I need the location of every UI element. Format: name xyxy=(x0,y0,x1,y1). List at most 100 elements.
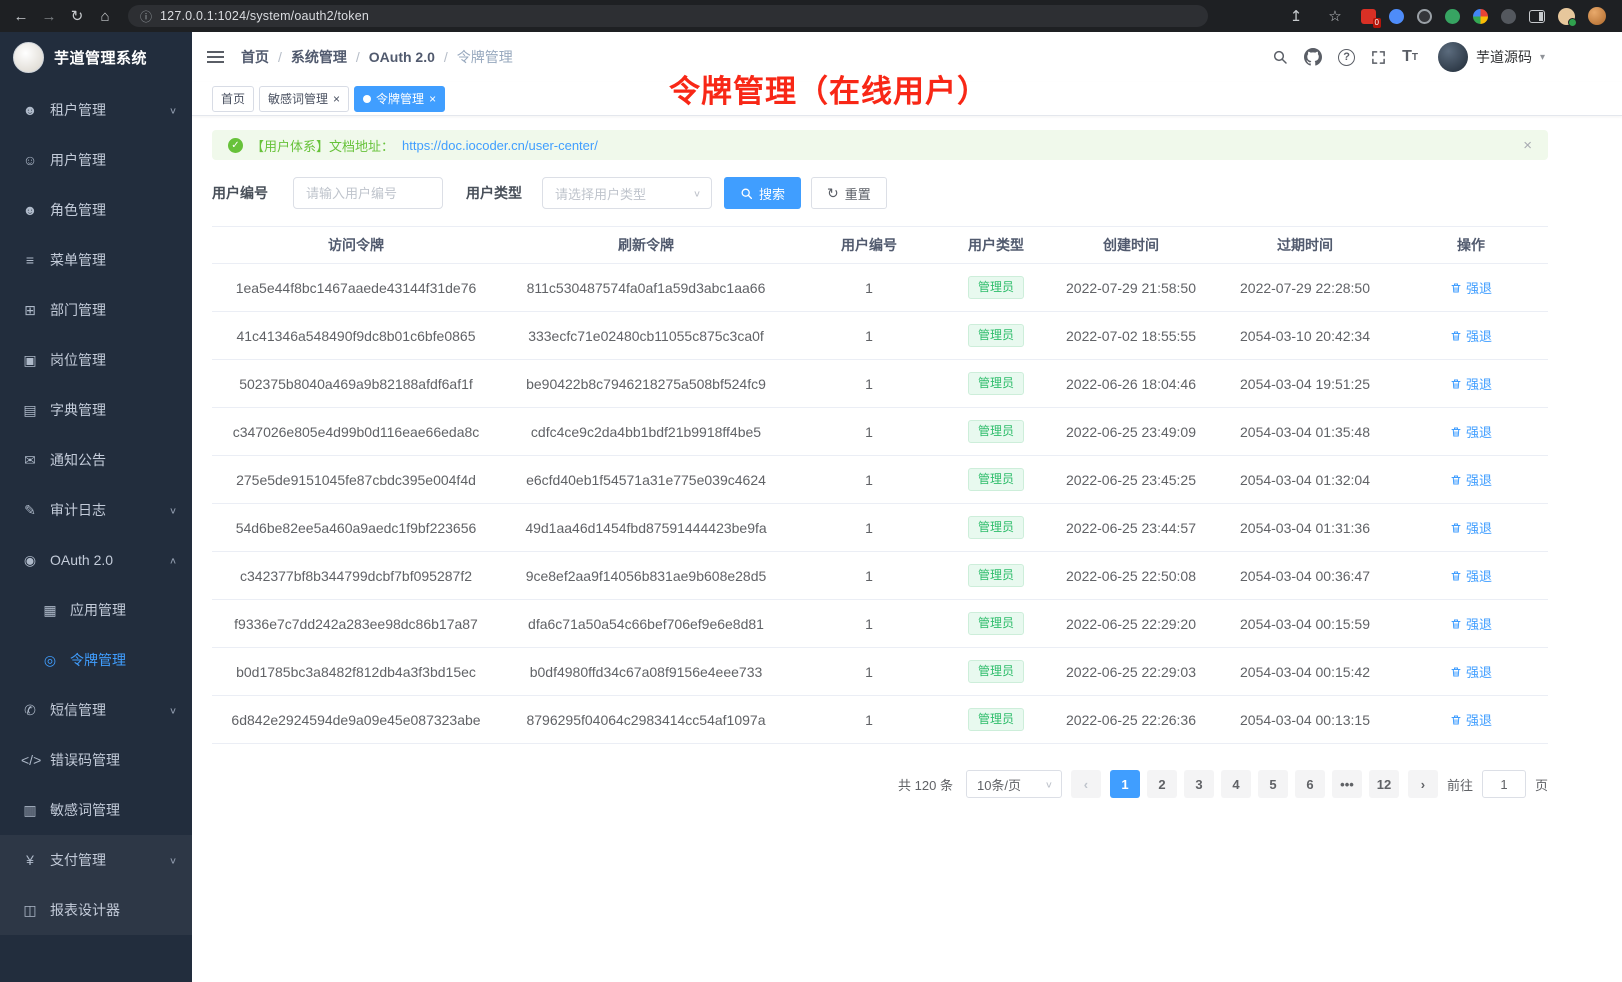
sidebar-item[interactable]: ✎ 审计日志 ∨ xyxy=(0,485,192,535)
forward-icon[interactable]: → xyxy=(36,3,62,29)
sidebar-item[interactable]: ▦ 应用管理 xyxy=(0,585,192,635)
reset-button[interactable]: ↻ 重置 xyxy=(811,177,887,209)
alert-close-icon[interactable]: × xyxy=(1523,137,1532,154)
doc-link[interactable]: https://doc.iocoder.cn/user-center/ xyxy=(402,138,598,153)
user-menu[interactable]: 芋道源码 ▾ xyxy=(1438,42,1545,72)
github-icon[interactable] xyxy=(1304,48,1322,66)
force-logout-button[interactable]: 强退 xyxy=(1450,470,1492,489)
page-number-button[interactable]: 4 xyxy=(1221,770,1251,798)
sidebar-item[interactable]: ◎ 令牌管理 xyxy=(0,635,192,685)
extension-icon-red[interactable] xyxy=(1361,9,1376,24)
extension-icon-dark[interactable] xyxy=(1501,9,1516,24)
sidebar-item-label: 菜单管理 xyxy=(50,250,106,270)
back-icon[interactable]: ← xyxy=(8,3,34,29)
goto-label: 前往 xyxy=(1447,775,1473,794)
extension-icon-colorful[interactable] xyxy=(1473,9,1488,24)
side-panel-icon[interactable] xyxy=(1529,10,1545,23)
extension-icon-blue[interactable] xyxy=(1389,9,1404,24)
sidebar-item[interactable]: ¥ 支付管理 ∨ xyxy=(0,835,192,885)
app-logo[interactable]: 芋道管理系统 xyxy=(0,32,192,82)
force-logout-button[interactable]: 强退 xyxy=(1450,374,1492,393)
breadcrumb-item[interactable]: 令牌管理 / xyxy=(457,47,513,67)
force-logout-button[interactable]: 强退 xyxy=(1450,326,1492,345)
browser-profile-avatar[interactable] xyxy=(1588,7,1606,25)
goto-page-input[interactable] xyxy=(1482,770,1526,798)
tab[interactable]: 敏感词管理 × xyxy=(259,86,349,112)
bookmark-star-icon[interactable]: ☆ xyxy=(1322,3,1348,29)
page-number-button[interactable]: 1 xyxy=(1110,770,1140,798)
sidebar-item-label: 审计日志 xyxy=(50,500,106,520)
refresh-token-cell: e6cfd40eb1f54571a31e775e039c4624 xyxy=(500,456,792,504)
page-size-select[interactable]: 10条/页 ∨ xyxy=(966,770,1062,798)
role-icon: ☻ xyxy=(21,202,39,218)
page-number-button[interactable]: ••• xyxy=(1332,770,1362,798)
breadcrumb-item[interactable]: 系统管理 / xyxy=(291,47,369,67)
force-logout-button[interactable]: 强退 xyxy=(1450,422,1492,441)
help-icon[interactable]: ? xyxy=(1338,49,1355,66)
breadcrumb-item[interactable]: 首页 / xyxy=(241,47,291,67)
page-number-button[interactable]: 2 xyxy=(1147,770,1177,798)
success-check-icon: ✓ xyxy=(228,138,243,153)
extension-avatar-icon[interactable] xyxy=(1558,8,1575,25)
annotation-overlay: 令牌管理（在线用户） xyxy=(669,66,989,111)
user-id-label: 用户编号 xyxy=(212,183,268,203)
force-logout-button[interactable]: 强退 xyxy=(1450,710,1492,729)
sidebar-item[interactable]: ≡ 菜单管理 xyxy=(0,235,192,285)
extension-icon-ring[interactable] xyxy=(1417,9,1432,24)
force-logout-button[interactable]: 强退 xyxy=(1450,614,1492,633)
tenant-icon: ☻ xyxy=(21,102,39,118)
user-type-select[interactable]: 请选择用户类型 ∨ xyxy=(542,177,712,209)
table-row: 1ea5e44f8bc1467aaede43144f31de76 811c530… xyxy=(212,264,1548,312)
page-number-button[interactable]: 3 xyxy=(1184,770,1214,798)
action-cell: 强退 xyxy=(1394,408,1548,456)
goto-unit: 页 xyxy=(1535,775,1548,794)
search-button[interactable]: 搜索 xyxy=(724,177,801,209)
page-number-button[interactable]: 6 xyxy=(1295,770,1325,798)
reload-icon[interactable]: ↻ xyxy=(64,3,90,29)
force-logout-button[interactable]: 强退 xyxy=(1450,278,1492,297)
sidebar-item[interactable]: ✆ 短信管理 ∨ xyxy=(0,685,192,735)
prev-page-button[interactable]: ‹ xyxy=(1071,770,1101,798)
sidebar-item[interactable]: ◫ 报表设计器 xyxy=(0,885,192,935)
tab-close-icon[interactable]: × xyxy=(333,93,340,105)
sidebar-item[interactable]: ▤ 字典管理 xyxy=(0,385,192,435)
site-info-icon[interactable]: ⓘ xyxy=(140,8,152,25)
sidebar-item[interactable]: ✉ 通知公告 xyxy=(0,435,192,485)
sidebar-item[interactable]: ▥ 敏感词管理 xyxy=(0,785,192,835)
breadcrumb-item[interactable]: OAuth 2.0 / xyxy=(369,49,457,65)
address-bar[interactable]: ⓘ 127.0.0.1:1024/system/oauth2/token xyxy=(128,5,1208,27)
extension-icon-green[interactable] xyxy=(1445,9,1460,24)
sidebar-item[interactable]: ▣ 岗位管理 xyxy=(0,335,192,385)
fullscreen-icon[interactable] xyxy=(1371,50,1386,65)
sidebar-item[interactable]: ⊞ 部门管理 xyxy=(0,285,192,335)
sidebar-toggle-icon[interactable] xyxy=(207,56,224,58)
next-page-button[interactable]: › xyxy=(1408,770,1438,798)
font-size-icon[interactable]: TT xyxy=(1402,48,1418,66)
table-row: 54d6be82ee5a460a9aedc1f9bf223656 49d1aa4… xyxy=(212,504,1548,552)
user-id-input[interactable] xyxy=(293,177,443,209)
user-type-cell: 管理员 xyxy=(946,600,1046,648)
refresh-token-cell: dfa6c71a50a54c66bef706ef9e6e8d81 xyxy=(500,600,792,648)
page-number-button[interactable]: 12 xyxy=(1369,770,1399,798)
tab[interactable]: 令牌管理 × xyxy=(354,86,445,112)
share-icon[interactable]: ↥ xyxy=(1283,3,1309,29)
column-header: 用户编号 xyxy=(792,227,946,264)
force-logout-button[interactable]: 强退 xyxy=(1450,518,1492,537)
created-time-cell: 2022-07-02 18:55:55 xyxy=(1046,312,1216,360)
sidebar-item[interactable]: ☻ 角色管理 xyxy=(0,185,192,235)
sidebar-item[interactable]: ◉ OAuth 2.0 ∧ xyxy=(0,535,192,585)
search-icon[interactable] xyxy=(1272,49,1288,65)
sidebar-item[interactable]: ☺ 用户管理 xyxy=(0,135,192,185)
sidebar-item[interactable]: ☻ 租户管理 ∨ xyxy=(0,85,192,135)
sidebar: 芋道管理系统 ☻ 租户管理 ∨ ☺ 用户管理 ☻ 角色管理 ≡ xyxy=(0,32,192,982)
sidebar-item[interactable]: </> 错误码管理 xyxy=(0,735,192,785)
tab[interactable]: 首页 × xyxy=(212,86,254,112)
home-icon[interactable]: ⌂ xyxy=(92,3,118,29)
force-logout-button[interactable]: 强退 xyxy=(1450,662,1492,681)
user-id-cell: 1 xyxy=(792,600,946,648)
page-number-button[interactable]: 5 xyxy=(1258,770,1288,798)
tab-close-icon[interactable]: × xyxy=(429,93,436,105)
force-logout-button[interactable]: 强退 xyxy=(1450,566,1492,585)
breadcrumb-label: 首页 xyxy=(241,47,269,67)
force-logout-label: 强退 xyxy=(1466,710,1492,729)
